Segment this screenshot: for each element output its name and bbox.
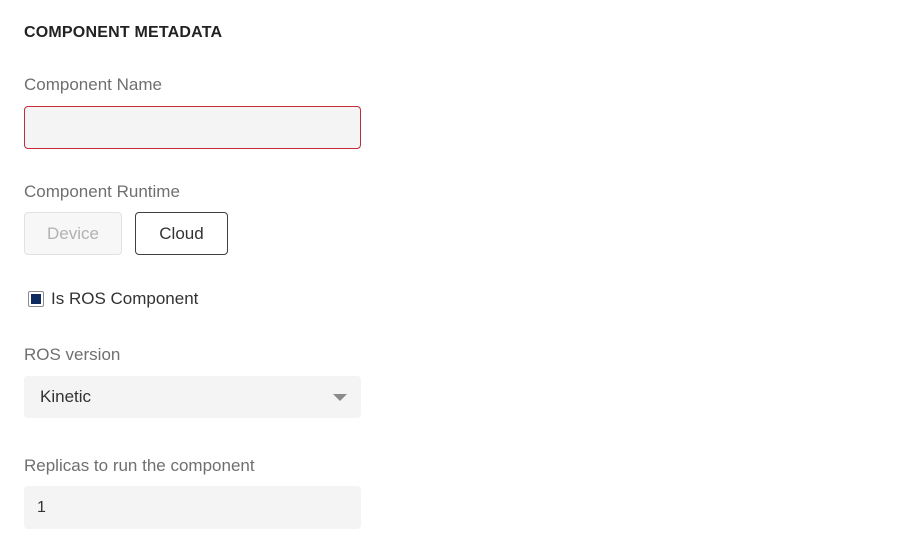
component-metadata-form: COMPONENT METADATA Component Name Compon… bbox=[0, 0, 912, 545]
ros-version-selected-value: Kinetic bbox=[40, 387, 92, 406]
replicas-label: Replicas to run the component bbox=[24, 456, 255, 475]
ros-version-label: ROS version bbox=[24, 345, 121, 364]
component-runtime-label: Component Runtime bbox=[24, 182, 180, 201]
runtime-cloud-button[interactable]: Cloud bbox=[135, 212, 228, 255]
replicas-input[interactable] bbox=[24, 486, 361, 529]
chevron-down-icon bbox=[333, 393, 347, 401]
runtime-device-button[interactable]: Device bbox=[24, 212, 122, 255]
section-title: COMPONENT METADATA bbox=[24, 24, 223, 41]
is-ros-component-checkbox-row[interactable]: Is ROS Component bbox=[28, 289, 198, 309]
ros-version-select[interactable]: Kinetic bbox=[24, 376, 361, 418]
is-ros-component-checkbox[interactable] bbox=[28, 291, 44, 307]
component-name-label: Component Name bbox=[24, 75, 162, 94]
is-ros-component-label: Is ROS Component bbox=[51, 289, 199, 308]
checkbox-checked-icon bbox=[31, 294, 41, 304]
component-name-input[interactable] bbox=[24, 106, 361, 149]
